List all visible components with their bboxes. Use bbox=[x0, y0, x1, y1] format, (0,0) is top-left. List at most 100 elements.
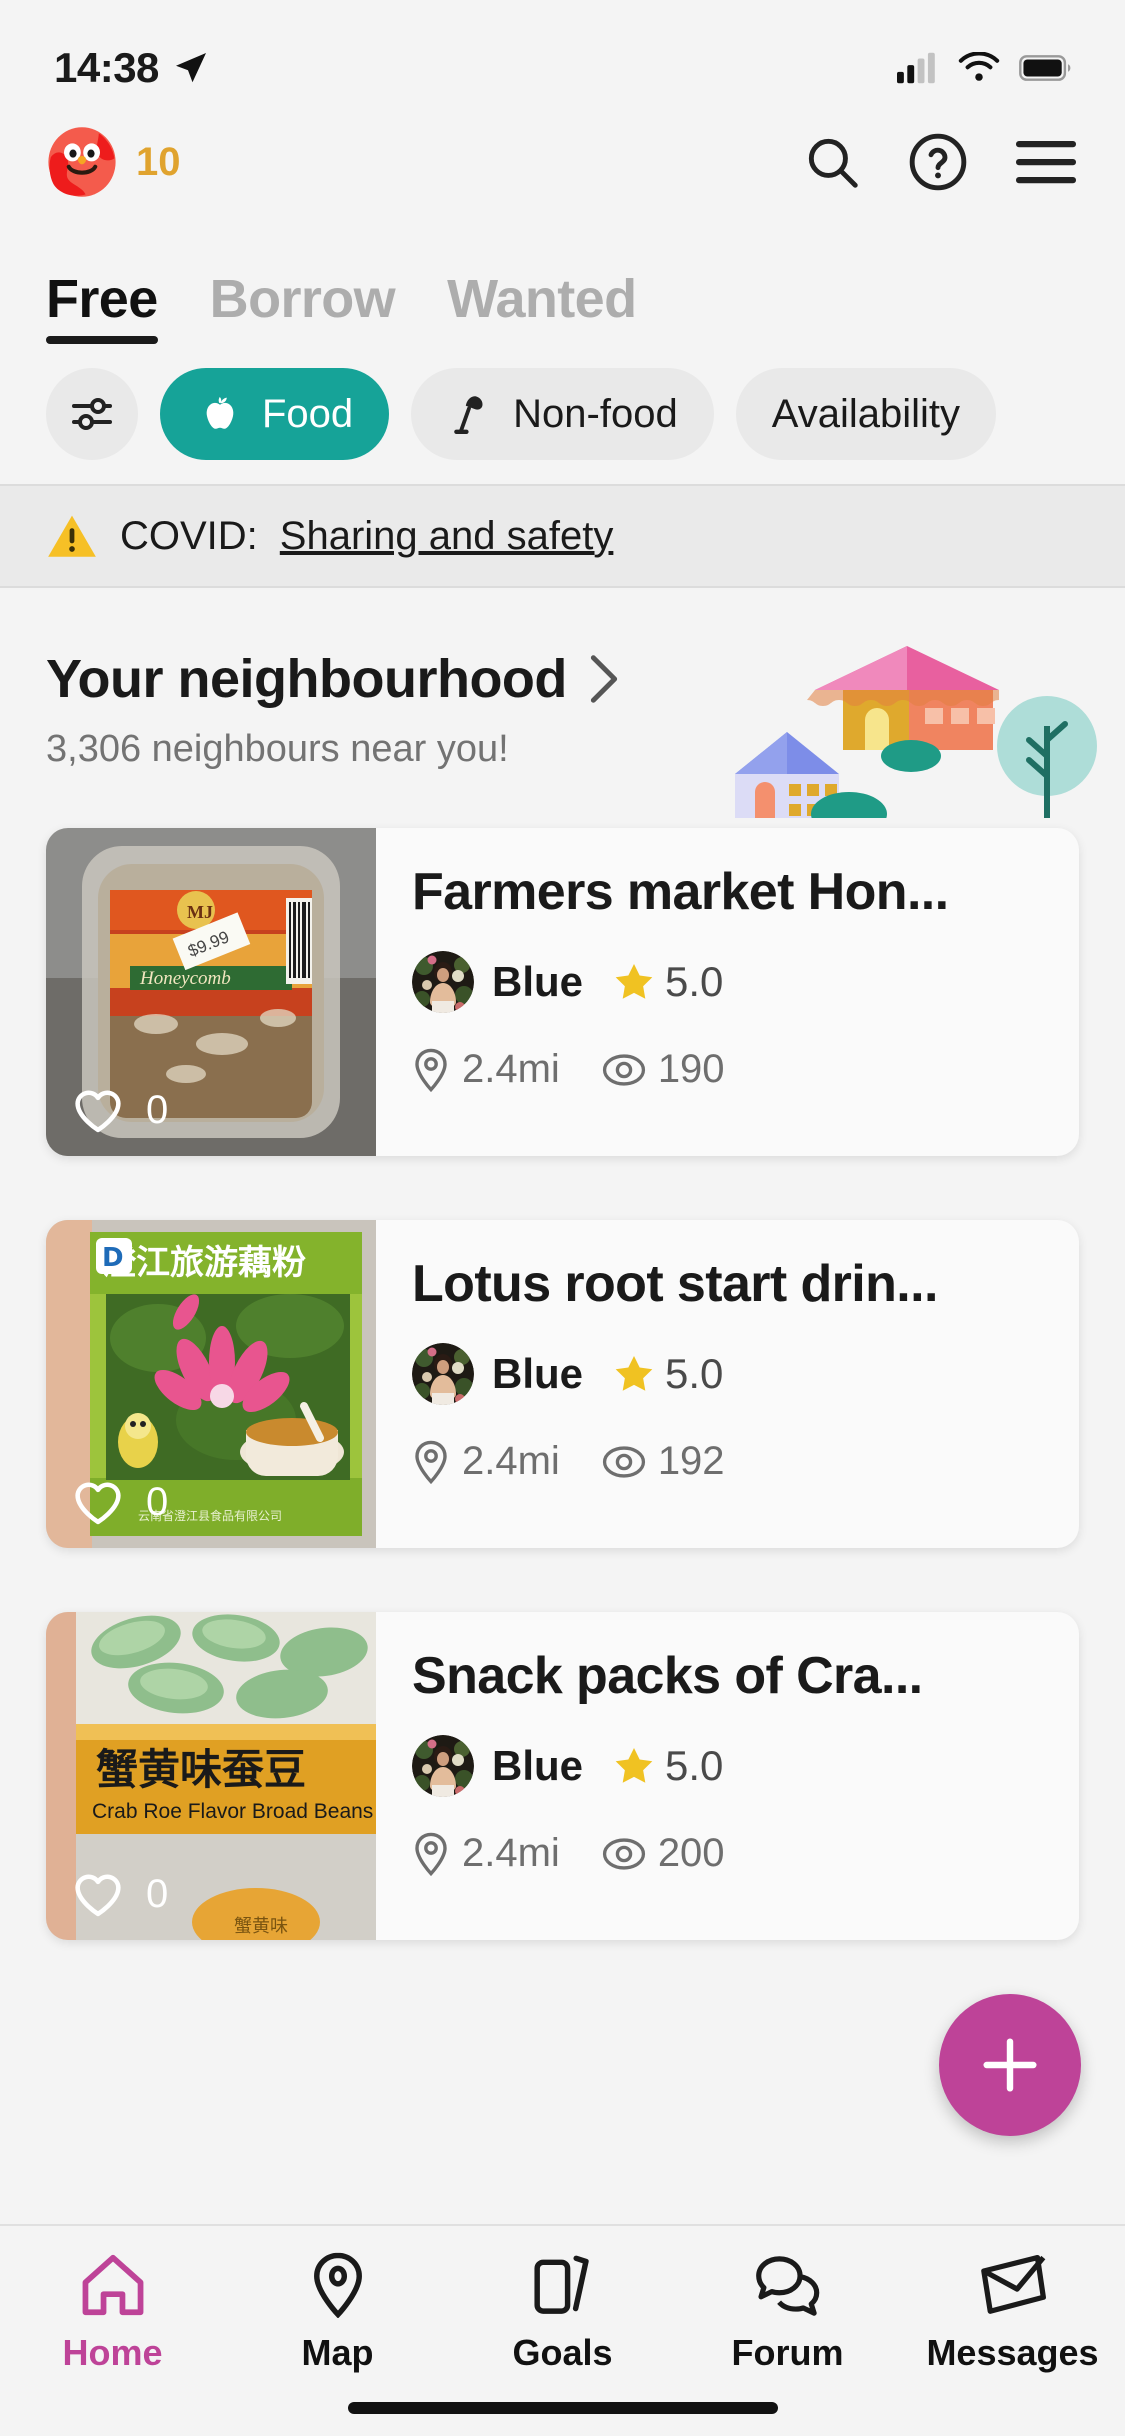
listing-details: Snack packs of Cra... Blue 5.0 2.4mi 200 bbox=[376, 1612, 1079, 1940]
add-listing-fab[interactable] bbox=[939, 1994, 1081, 2136]
listing-views: 190 bbox=[602, 1047, 725, 1092]
nav-label-map: Map bbox=[301, 2332, 374, 2373]
listing-rating-value: 5.0 bbox=[665, 1742, 724, 1790]
star-icon bbox=[615, 1356, 653, 1391]
app-header: 10 bbox=[0, 108, 1125, 216]
filter-chip-availability-label: Availability bbox=[771, 391, 960, 436]
eye-icon bbox=[602, 1054, 645, 1086]
listing-views: 192 bbox=[602, 1439, 725, 1484]
like-control[interactable]: 0 bbox=[72, 1870, 168, 1918]
olio-mascot-logo[interactable] bbox=[46, 126, 118, 198]
listing-owner[interactable]: Blue 5.0 bbox=[412, 951, 1049, 1014]
avatar-photo bbox=[412, 1735, 474, 1798]
nav-item-map[interactable]: Map bbox=[238, 2252, 438, 2374]
svg-text:蟹黄味: 蟹黄味 bbox=[234, 1916, 288, 1937]
nav-label-messages: Messages bbox=[926, 2332, 1099, 2373]
listing-image[interactable]: 蟹黄味蚕豆 Crab Roe Flavor Broad Beans 蟹黄味 0 bbox=[46, 1612, 376, 1940]
header-actions bbox=[801, 131, 1079, 193]
listing-rating-value: 5.0 bbox=[665, 958, 724, 1006]
listing-card[interactable]: 澄江旅游藕粉 D 云南省澄江县食品有限公司 0 Lotus root start… bbox=[46, 1220, 1079, 1548]
listing-owner[interactable]: Blue 5.0 bbox=[412, 1343, 1049, 1406]
status-time: 14:38 bbox=[54, 44, 159, 91]
status-bar: 14:38 bbox=[0, 0, 1125, 108]
svg-text:Crab Roe Flavor Broad Beans: Crab Roe Flavor Broad Beans bbox=[92, 1800, 373, 1823]
home-indicator bbox=[347, 2402, 778, 2414]
envelope-icon bbox=[980, 2254, 1046, 2314]
cards-stack-icon bbox=[533, 2255, 589, 2314]
covid-banner[interactable]: COVID: Sharing and safety bbox=[0, 484, 1125, 588]
nav-label-home: Home bbox=[62, 2332, 163, 2373]
heart-outline-icon[interactable] bbox=[72, 1086, 124, 1134]
listing-rating: 5.0 bbox=[611, 958, 723, 1006]
listing-meta: 2.4mi 190 bbox=[412, 1047, 1049, 1092]
listing-details: Farmers market Hon... Blue 5.0 2.4mi 190 bbox=[376, 828, 1079, 1156]
avatar bbox=[412, 1343, 474, 1406]
brand-count: 10 bbox=[136, 139, 181, 184]
listing-views-value: 192 bbox=[657, 1439, 725, 1484]
filter-chip-non-food-label: Non-food bbox=[513, 391, 678, 436]
eye-icon bbox=[602, 1446, 645, 1478]
listing-card[interactable]: 蟹黄味蚕豆 Crab Roe Flavor Broad Beans 蟹黄味 0 … bbox=[46, 1612, 1079, 1940]
listing-owner[interactable]: Blue 5.0 bbox=[412, 1735, 1049, 1798]
nav-item-forum[interactable]: Forum bbox=[688, 2252, 888, 2374]
bottom-navigation: Home Map Goals Forum Messages bbox=[0, 2224, 1125, 2436]
nav-item-home[interactable]: Home bbox=[13, 2252, 213, 2374]
brand-block[interactable]: 10 bbox=[46, 126, 181, 198]
heart-outline-icon[interactable] bbox=[72, 1870, 124, 1918]
like-count: 0 bbox=[146, 1479, 169, 1524]
listing-title: Farmers market Hon... bbox=[412, 864, 949, 921]
wifi-icon bbox=[958, 52, 1000, 81]
lamp-icon bbox=[454, 396, 483, 434]
listing-image[interactable]: Honeycomb MJ $9.99 0 bbox=[46, 828, 376, 1156]
listing-meta: 2.4mi 200 bbox=[412, 1831, 1049, 1876]
listing-owner-name: Blue bbox=[492, 1742, 584, 1790]
location-arrow-icon bbox=[175, 53, 206, 83]
listing-image[interactable]: 澄江旅游藕粉 D 云南省澄江县食品有限公司 0 bbox=[46, 1220, 376, 1548]
svg-text:澄江旅游藕粉: 澄江旅游藕粉 bbox=[102, 1243, 306, 1283]
listing-distance-value: 2.4mi bbox=[462, 1439, 560, 1484]
filter-settings-button[interactable] bbox=[46, 368, 138, 460]
avatar-photo bbox=[412, 951, 474, 1014]
listing-rating: 5.0 bbox=[611, 1742, 723, 1790]
covid-link[interactable]: Sharing and safety bbox=[280, 514, 614, 559]
apple-icon bbox=[206, 397, 234, 429]
nav-label-forum: Forum bbox=[731, 2332, 844, 2373]
filter-chip-availability[interactable]: Availability bbox=[735, 368, 996, 460]
category-tabs: Free Borrow Wanted bbox=[0, 216, 1125, 344]
search-icon[interactable] bbox=[801, 131, 863, 193]
map-pin-icon bbox=[313, 2252, 362, 2318]
listing-owner-name: Blue bbox=[492, 1350, 584, 1398]
listing-rating: 5.0 bbox=[611, 1350, 723, 1398]
filter-chip-food[interactable]: Food bbox=[160, 368, 390, 460]
heart-outline-icon[interactable] bbox=[72, 1478, 124, 1526]
listing-title: Lotus root start drin... bbox=[412, 1256, 938, 1313]
listing-card[interactable]: Honeycomb MJ $9.99 0 Farmers market Hon.… bbox=[46, 828, 1079, 1156]
listing-meta: 2.4mi 192 bbox=[412, 1439, 1049, 1484]
tab-borrow[interactable]: Borrow bbox=[184, 272, 421, 344]
like-count: 0 bbox=[146, 1871, 169, 1916]
chat-bubbles-icon bbox=[755, 2256, 819, 2316]
listing-distance: 2.4mi bbox=[412, 1047, 560, 1092]
tab-free[interactable]: Free bbox=[46, 272, 184, 344]
neighbourhood-section[interactable]: Your neighbourhood 3,306 neighbours near… bbox=[0, 588, 1125, 828]
hamburger-menu-icon[interactable] bbox=[1013, 137, 1079, 187]
svg-text:蟹黄味蚕豆: 蟹黄味蚕豆 bbox=[96, 1745, 306, 1794]
status-bar-right bbox=[897, 52, 1071, 84]
listing-views-value: 190 bbox=[657, 1047, 725, 1092]
help-circle-icon[interactable] bbox=[907, 131, 969, 193]
filter-chip-non-food[interactable]: Non-food bbox=[411, 368, 714, 460]
listing-distance: 2.4mi bbox=[412, 1831, 560, 1876]
eye-icon bbox=[602, 1838, 645, 1870]
nav-item-goals[interactable]: Goals bbox=[463, 2252, 663, 2374]
avatar bbox=[412, 1735, 474, 1798]
like-count: 0 bbox=[146, 1087, 169, 1132]
houses-and-tree-illustration bbox=[735, 646, 1097, 818]
nav-item-messages[interactable]: Messages bbox=[913, 2252, 1113, 2374]
listing-rating-value: 5.0 bbox=[665, 1350, 724, 1398]
tab-wanted[interactable]: Wanted bbox=[421, 272, 662, 344]
svg-text:D: D bbox=[102, 1243, 124, 1273]
like-control[interactable]: 0 bbox=[72, 1478, 168, 1526]
like-control[interactable]: 0 bbox=[72, 1086, 168, 1134]
location-pin-icon bbox=[415, 1440, 447, 1484]
cellular-signal-icon bbox=[897, 52, 935, 84]
